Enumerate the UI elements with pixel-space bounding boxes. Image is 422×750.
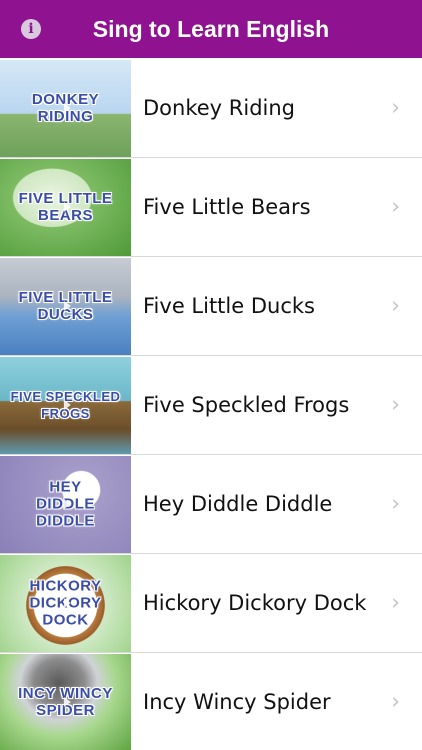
chevron-right-icon: › xyxy=(391,590,400,616)
nav-header: i Sing to Learn English xyxy=(0,0,422,58)
song-thumbnail: FIVE LITTLE DUCKS xyxy=(0,257,131,355)
song-thumbnail: HEY DIDDLE DIDDLE xyxy=(0,455,131,553)
list-item[interactable]: DONKEY RIDING Donkey Riding › xyxy=(0,59,422,158)
play-icon xyxy=(63,499,71,509)
song-thumbnail: HICKORY DICKORY DOCK xyxy=(0,554,131,652)
list-item[interactable]: FIVE LITTLE BEARS Five Little Bears › xyxy=(0,158,422,257)
song-thumbnail: FIVE SPECKLED FROGS xyxy=(0,356,131,454)
play-icon xyxy=(63,103,71,113)
list-item[interactable]: HEY DIDDLE DIDDLE Hey Diddle Diddle › xyxy=(0,455,422,554)
chevron-right-icon: › xyxy=(391,95,400,121)
chevron-right-icon: › xyxy=(391,194,400,220)
song-thumbnail: FIVE LITTLE BEARS xyxy=(0,158,131,256)
chevron-right-icon: › xyxy=(391,392,400,418)
info-icon[interactable]: i xyxy=(21,19,41,39)
song-title: Five Little Bears xyxy=(143,195,311,219)
chevron-right-icon: › xyxy=(391,491,400,517)
play-icon xyxy=(63,400,71,410)
list-item[interactable]: FIVE LITTLE DUCKS Five Little Ducks › xyxy=(0,257,422,356)
song-list: DONKEY RIDING Donkey Riding › FIVE LITTL… xyxy=(0,59,422,750)
play-icon xyxy=(63,697,71,707)
list-item[interactable]: FIVE SPECKLED FROGS Five Speckled Frogs … xyxy=(0,356,422,455)
app-screen: i Sing to Learn English DONKEY RIDING Do… xyxy=(0,0,422,750)
chevron-right-icon: › xyxy=(391,689,400,715)
song-title: Five Little Ducks xyxy=(143,294,315,318)
song-title: Donkey Riding xyxy=(143,96,295,120)
song-thumbnail: DONKEY RIDING xyxy=(0,59,131,157)
play-icon xyxy=(63,202,71,212)
play-icon xyxy=(63,598,71,608)
play-icon xyxy=(63,301,71,311)
page-title: Sing to Learn English xyxy=(92,15,330,42)
chevron-right-icon: › xyxy=(391,293,400,319)
song-title: Five Speckled Frogs xyxy=(143,393,350,417)
song-title: Hey Diddle Diddle xyxy=(143,492,333,516)
song-title: Incy Wincy Spider xyxy=(143,690,331,714)
song-thumbnail: INCY WINCY SPIDER xyxy=(0,653,131,750)
list-item[interactable]: HICKORY DICKORY DOCK Hickory Dickory Doc… xyxy=(0,554,422,653)
list-item[interactable]: INCY WINCY SPIDER Incy Wincy Spider › xyxy=(0,653,422,750)
song-title: Hickory Dickory Dock xyxy=(143,591,367,615)
